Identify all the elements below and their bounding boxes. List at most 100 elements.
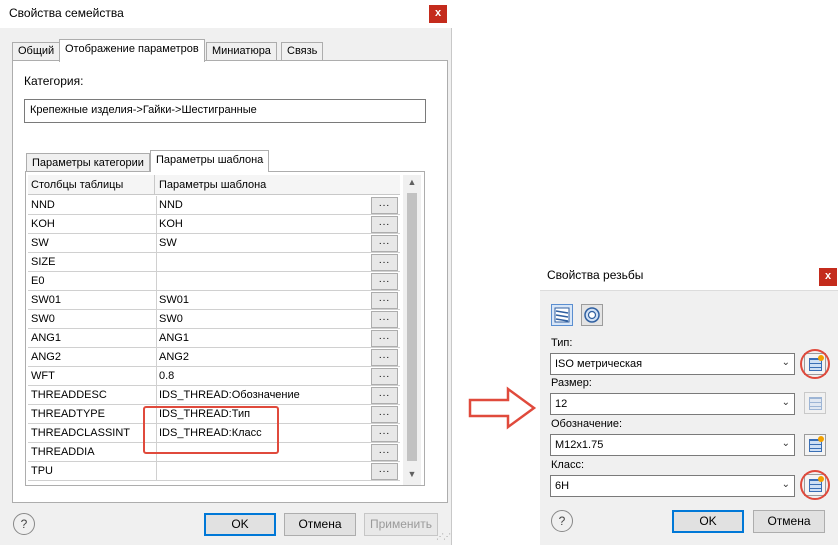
highlight-circle	[800, 470, 830, 500]
cell-divider	[156, 215, 157, 234]
external-thread-icon[interactable]	[551, 304, 573, 326]
size-table-button[interactable]	[804, 392, 826, 414]
cell-divider	[156, 234, 157, 253]
table-row[interactable]: E0...	[28, 272, 400, 291]
table-row[interactable]: SW0 SW0...	[28, 310, 400, 329]
template-parameter-cell[interactable]: SW0	[159, 313, 183, 325]
ellipsis-button[interactable]: ...	[371, 349, 398, 366]
internal-thread-icon[interactable]	[581, 304, 603, 326]
table-column-cell: THREADDESC	[31, 389, 107, 401]
ellipsis-button[interactable]: ...	[371, 444, 398, 461]
template-parameter-cell[interactable]: SW	[159, 237, 177, 249]
cancel-button[interactable]: Отмена	[284, 513, 356, 536]
table-column-cell: TPU	[31, 465, 53, 477]
template-parameter-cell[interactable]: NND	[159, 199, 183, 211]
help-icon[interactable]: ?	[13, 513, 35, 535]
subtab-template-parameters[interactable]: Параметры шаблона	[150, 150, 270, 172]
grid-scrollbar[interactable]: ▲ ▼	[403, 175, 421, 485]
ellipsis-button[interactable]: ...	[371, 254, 398, 271]
table-row[interactable]: WFT 0.8...	[28, 367, 400, 386]
right-arrow-icon	[468, 386, 537, 430]
ellipsis-button[interactable]: ...	[371, 368, 398, 385]
scroll-down-icon[interactable]: ▼	[403, 469, 421, 483]
table-column-cell: SIZE	[31, 256, 56, 268]
table-row[interactable]: NND NND...	[28, 196, 400, 215]
cell-divider	[156, 367, 157, 386]
column-divider[interactable]	[154, 175, 155, 195]
ellipsis-button[interactable]: ...	[371, 292, 398, 309]
table-column-cell: SW01	[31, 294, 61, 306]
subtab-category-parameters[interactable]: Параметры категории	[26, 153, 150, 172]
grid-header: Столбцы таблицы Параметры шаблона	[28, 175, 400, 195]
ellipsis-button[interactable]: ...	[371, 387, 398, 404]
scroll-up-icon[interactable]: ▲	[403, 177, 421, 191]
type-select[interactable]: ISO метрическая ⌄	[550, 353, 795, 375]
tab-link[interactable]: Связь	[281, 42, 324, 61]
cell-divider	[156, 462, 157, 481]
ellipsis-button[interactable]: ...	[371, 235, 398, 252]
template-parameter-cell[interactable]: 0.8	[159, 370, 174, 382]
chevron-down-icon: ⌄	[781, 479, 790, 490]
highlight-circle	[800, 349, 830, 379]
ellipsis-button[interactable]: ...	[371, 330, 398, 347]
template-parameter-cell[interactable]: KOH	[159, 218, 183, 230]
designation-table-button[interactable]	[804, 434, 826, 456]
ellipsis-button[interactable]: ...	[371, 216, 398, 233]
ellipsis-button[interactable]: ...	[371, 463, 398, 480]
table-column-cell: ANG2	[31, 351, 61, 363]
size-select[interactable]: 12 ⌄	[550, 393, 795, 415]
resize-grip-icon[interactable]: ⋰⋰	[436, 532, 451, 542]
column-header-table-columns[interactable]: Столбцы таблицы	[31, 179, 123, 191]
class-select[interactable]: 6H ⌄	[550, 475, 795, 497]
tab-thumbnail[interactable]: Миниатюра	[206, 42, 277, 61]
template-parameter-cell[interactable]: SW01	[159, 294, 189, 306]
designation-value: M12x1.75	[555, 439, 604, 451]
template-parameter-cell[interactable]: ANG1	[159, 332, 189, 344]
table-row[interactable]: ANG1 ANG1...	[28, 329, 400, 348]
table-row[interactable]: THREADDESC IDS_THREAD:Обозначение...	[28, 386, 400, 405]
ellipsis-button[interactable]: ...	[371, 425, 398, 442]
thread-properties-dialog: Свойства резьбы x Тип: ISO метрическая ⌄…	[540, 258, 838, 545]
table-row[interactable]: SW01 SW01...	[28, 291, 400, 310]
table-column-cell: KOH	[31, 218, 55, 230]
template-parameter-cell[interactable]: ANG2	[159, 351, 189, 363]
divider	[540, 290, 838, 291]
cell-divider	[156, 329, 157, 348]
table-row[interactable]: SIZE...	[28, 253, 400, 272]
highlight-box	[143, 406, 279, 454]
ok-button[interactable]: OK	[672, 510, 744, 533]
size-label: Размер:	[551, 377, 592, 389]
cell-divider	[156, 386, 157, 405]
ellipsis-button[interactable]: ...	[371, 197, 398, 214]
help-icon[interactable]: ?	[551, 510, 573, 532]
apply-button[interactable]: Применить	[364, 513, 438, 536]
close-button[interactable]: x	[819, 268, 837, 286]
table-icon	[809, 397, 822, 410]
ellipsis-button[interactable]: ...	[371, 273, 398, 290]
class-label: Класс:	[551, 459, 584, 471]
close-button[interactable]: x	[429, 5, 447, 23]
cell-divider	[156, 310, 157, 329]
table-row[interactable]: SW SW...	[28, 234, 400, 253]
size-value: 12	[555, 398, 568, 410]
column-header-template-parameters[interactable]: Параметры шаблона	[159, 179, 266, 191]
table-row[interactable]: TPU...	[28, 462, 400, 481]
designation-select[interactable]: M12x1.75 ⌄	[550, 434, 795, 456]
title-bar: Свойства семейства x	[0, 0, 452, 28]
cell-divider	[156, 291, 157, 310]
table-column-cell: SW	[31, 237, 49, 249]
tab-general[interactable]: Общий	[12, 42, 61, 61]
ellipsis-button[interactable]: ...	[371, 406, 398, 423]
table-row[interactable]: KOH KOH...	[28, 215, 400, 234]
template-parameter-cell[interactable]: IDS_THREAD:Обозначение	[159, 389, 300, 401]
tab-parameter-display[interactable]: Отображение параметров	[59, 39, 205, 62]
spark-icon	[818, 436, 824, 442]
cancel-button[interactable]: Отмена	[753, 510, 825, 533]
table-row[interactable]: ANG2 ANG2...	[28, 348, 400, 367]
scroll-thumb[interactable]	[407, 193, 417, 461]
family-properties-dialog: Свойства семейства x Общий Отображение п…	[0, 0, 452, 545]
table-column-cell: THREADCLASSINT	[31, 427, 131, 439]
table-column-cell: ANG1	[31, 332, 61, 344]
ellipsis-button[interactable]: ...	[371, 311, 398, 328]
ok-button[interactable]: OK	[204, 513, 276, 536]
